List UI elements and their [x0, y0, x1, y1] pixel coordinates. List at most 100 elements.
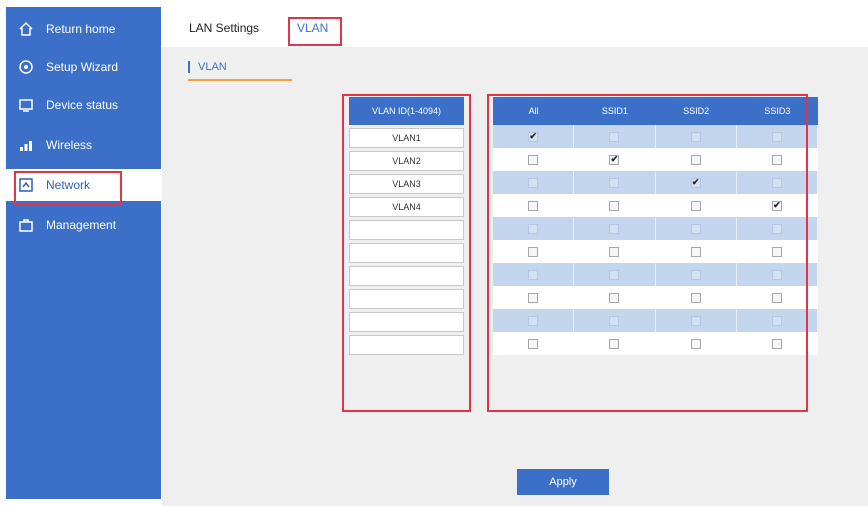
column-header: All [528, 106, 539, 116]
table-cell [656, 194, 737, 217]
tab-vlan[interactable]: VLAN [297, 21, 328, 35]
top-tabs: LAN Settings VLAN [162, 7, 868, 47]
sidebar-item-label: Device status [46, 98, 119, 112]
sidebar-item-label: Return home [46, 22, 116, 36]
table-cell [656, 286, 737, 309]
table-row [493, 263, 818, 286]
ssid-checkbox[interactable] [690, 269, 701, 280]
ssid-checkbox[interactable]: ✔ [690, 177, 701, 188]
table-cell: ✔ [656, 171, 737, 194]
main-panel: VLAN VLAN ID(1-4094) VLAN1 VLAN2 VLAN3 VLAN… [162, 47, 868, 506]
ssid-checkbox[interactable] [771, 246, 782, 257]
ssid-checkbox[interactable] [609, 315, 620, 326]
ssid-checkbox[interactable] [771, 154, 782, 165]
ssid-checkbox[interactable] [771, 177, 782, 188]
vlan-id-input[interactable]: VLAN4 [349, 197, 464, 217]
ssid-grid: All SSID1 SSID2 SSID3 ✔ ✔ ✔ ✔ [493, 97, 818, 355]
table-cell [656, 263, 737, 286]
table-row [493, 286, 818, 309]
table-cell [493, 332, 575, 355]
table-cell [656, 148, 737, 171]
ssid-checkbox[interactable]: ✔ [771, 200, 782, 211]
sidebar-item-device-status[interactable]: Device status [6, 89, 161, 121]
sidebar-item-label: Management [46, 218, 117, 232]
ssid-checkbox[interactable] [528, 292, 539, 303]
table-row: ✔ [493, 194, 818, 217]
ssid-checkbox[interactable] [690, 131, 701, 142]
tab-lan-settings[interactable]: LAN Settings [189, 21, 259, 35]
table-cell [574, 217, 656, 240]
sidebar-item-label: Network [46, 178, 91, 192]
table-cell [574, 286, 656, 309]
ssid-checkbox[interactable] [609, 177, 620, 188]
table-cell [656, 125, 737, 148]
ssid-checkbox[interactable] [528, 315, 539, 326]
table-cell [574, 309, 656, 332]
ssid-checkbox[interactable] [528, 154, 539, 165]
subtab-underline [188, 79, 292, 81]
table-cell [737, 332, 818, 355]
table-cell: ✔ [493, 125, 575, 148]
ssid-checkbox[interactable] [771, 223, 782, 234]
briefcase-icon [18, 217, 34, 233]
vlan-id-input[interactable]: VLAN1 [349, 128, 464, 148]
ssid-checkbox[interactable] [771, 292, 782, 303]
table-row: ✔ [493, 171, 818, 194]
sidebar-item-management[interactable]: Management [6, 209, 161, 241]
ssid-checkbox[interactable] [609, 131, 620, 142]
ssid-checkbox[interactable] [528, 200, 539, 211]
ssid-checkbox[interactable] [690, 338, 701, 349]
vlan-id-input[interactable] [349, 335, 464, 355]
vlan-id-input[interactable] [349, 289, 464, 309]
vlan-id-input[interactable]: VLAN3 [349, 174, 464, 194]
ssid-checkbox[interactable] [690, 315, 701, 326]
vlan-id-input[interactable]: VLAN2 [349, 151, 464, 171]
sidebar-item-setup-wizard[interactable]: Setup Wizard [6, 51, 161, 83]
ssid-checkbox[interactable] [609, 246, 620, 257]
ssid-checkbox[interactable] [609, 200, 620, 211]
table-cell [656, 332, 737, 355]
ssid-checkbox[interactable] [771, 269, 782, 280]
sidebar-item-return-home[interactable]: Return home [6, 13, 161, 45]
ssid-checkbox[interactable] [771, 131, 782, 142]
vlan-id-header: VLAN ID(1-4094) [349, 97, 464, 125]
ssid-checkbox[interactable] [528, 269, 539, 280]
ssid-checkbox[interactable] [528, 338, 539, 349]
ssid-checkbox[interactable] [771, 338, 782, 349]
monitor-icon [18, 97, 34, 113]
ssid-checkbox[interactable] [528, 246, 539, 257]
ssid-checkbox[interactable] [609, 338, 620, 349]
ssid-checkbox[interactable]: ✔ [528, 131, 539, 142]
ssid-checkbox[interactable] [771, 315, 782, 326]
vlan-id-column: VLAN ID(1-4094) VLAN1 VLAN2 VLAN3 VLAN4 [349, 97, 464, 355]
sidebar-item-label: Setup Wizard [46, 60, 119, 74]
sidebar-item-label: Wireless [46, 138, 93, 152]
ssid-checkbox[interactable] [528, 223, 539, 234]
vlan-id-input[interactable] [349, 220, 464, 240]
wizard-icon [18, 59, 34, 75]
ssid-checkbox[interactable] [690, 292, 701, 303]
ssid-checkbox[interactable] [690, 246, 701, 257]
vlan-id-input[interactable] [349, 266, 464, 286]
ssid-checkbox[interactable]: ✔ [609, 154, 620, 165]
table-row [493, 240, 818, 263]
ssid-checkbox[interactable] [690, 223, 701, 234]
subtab-vlan[interactable]: VLAN [188, 61, 227, 73]
vlan-id-input[interactable] [349, 243, 464, 263]
table-cell [574, 194, 656, 217]
column-header: SSID2 [683, 106, 710, 116]
network-icon [18, 177, 34, 193]
ssid-checkbox[interactable] [609, 292, 620, 303]
ssid-checkbox[interactable] [609, 269, 620, 280]
ssid-grid-header: All SSID1 SSID2 SSID3 [493, 97, 818, 125]
vlan-id-input[interactable] [349, 312, 464, 332]
sidebar-item-network[interactable]: Network [6, 169, 161, 201]
ssid-checkbox[interactable] [609, 223, 620, 234]
apply-button[interactable]: Apply [517, 469, 609, 495]
signal-bars-icon [18, 137, 34, 153]
ssid-checkbox[interactable] [690, 200, 701, 211]
sidebar-item-wireless[interactable]: Wireless [6, 129, 161, 161]
ssid-checkbox[interactable] [528, 177, 539, 188]
ssid-checkbox[interactable] [690, 154, 701, 165]
column-header: SSID1 [601, 106, 628, 116]
